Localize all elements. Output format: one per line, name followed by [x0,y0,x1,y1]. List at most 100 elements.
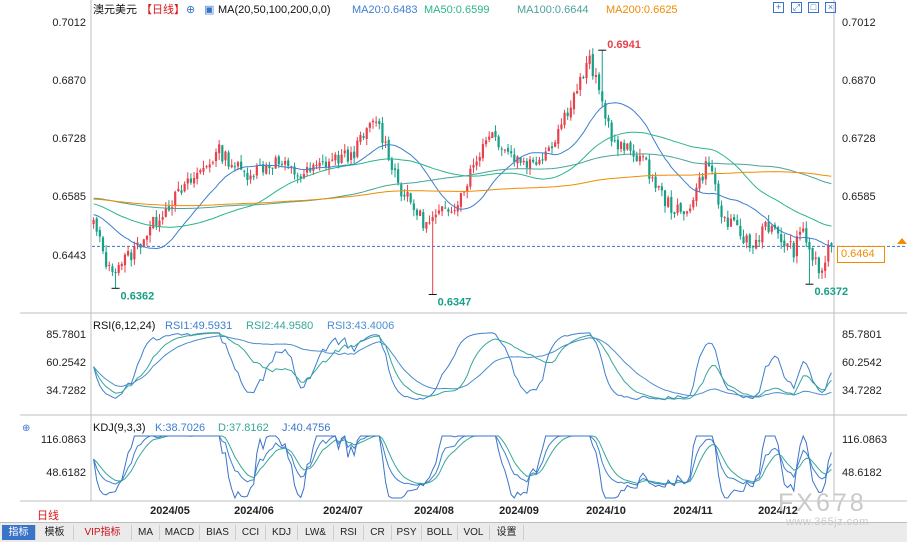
price-ytick-label-right: 0.6728 [842,133,876,145]
ma-indicator-icon[interactable]: ▣ [204,4,214,16]
candle-body [371,120,375,123]
ma20-value: MA20:0.6483 [352,4,417,16]
candle-body [638,155,642,162]
candle-body [274,157,277,169]
candle-body [400,184,403,197]
candle-body [597,74,601,90]
candle-body [645,157,648,160]
candle-body [500,148,503,150]
candle-body [673,212,676,214]
xtick-label: 2024/10 [586,505,626,517]
indicator-tab[interactable]: CR [364,525,392,540]
candle-body [101,237,105,252]
candle-body [667,197,670,207]
candle-body [635,155,638,161]
candle-body [164,207,167,217]
indicator-tab[interactable]: MA [132,525,160,540]
candle-body [343,150,346,154]
indicator-tab[interactable]: BIAS [200,525,236,540]
candle-body [346,149,349,162]
candle-body [682,211,685,215]
candle-body [271,167,274,169]
ma-settings-icon[interactable]: ⊕ [186,4,195,16]
candle-body [321,161,324,163]
candle-body [795,236,798,257]
price-ytick-label-right: 0.6870 [842,75,876,87]
indicator-tab[interactable]: LW& [298,525,334,540]
candle-body [192,177,196,184]
candle-body [761,226,764,243]
candle-body [660,186,663,191]
kdj-k-value: K:38.7026 [155,422,205,434]
candle-body [117,264,120,273]
symbol-label: 澳元美元 [93,3,137,16]
candle-body [393,168,397,171]
candle-body [280,163,284,165]
period-label[interactable]: 【日线】 [141,2,185,16]
candle-body [312,164,315,171]
candle-body [626,143,629,150]
candle-body [824,262,827,271]
indicator-tab[interactable]: 设置 [490,525,524,540]
candle-body [695,187,698,201]
candle-body [758,240,761,242]
indicator-tab[interactable]: 模板 [36,525,74,540]
candle-body [180,190,183,193]
candle-body [576,91,579,94]
indicator-tab[interactable]: 指标 [2,525,36,540]
indicator-tab[interactable]: BOLL [422,525,458,540]
candle-body [208,164,211,168]
kdj-d-value: D:37.8162 [218,422,269,434]
fullscreen-icon[interactable]: ⤢ [791,2,802,13]
rsi3-value: RSI3:43.4006 [327,320,394,332]
kdj-indicator-icon[interactable]: ⊕ [22,423,30,434]
current-price-arrow-icon [897,238,907,244]
indicator-tab[interactable]: VIP指标 [74,525,132,540]
candle-body [230,165,233,168]
candle-body [221,145,224,162]
candle-body [324,161,328,168]
candle-body [120,264,123,266]
kdj-ytick-label-left: 48.6182 [46,467,86,479]
candle-body [359,134,362,142]
ma-params: MA(20,50,100,200,0,0) [218,4,331,16]
candle-body [714,172,717,185]
candle-body [98,230,101,237]
candle-body [547,147,550,152]
candle-body [745,235,748,243]
candle-body [817,257,820,274]
crosshair-icon[interactable]: + [773,2,784,13]
candle-body [415,209,419,216]
candle-body [390,159,393,170]
extreme-label: 0.6362 [121,290,155,302]
candle-body [569,107,572,118]
candle-body [748,234,751,248]
candle-body [692,199,695,208]
candle-body [353,151,356,159]
candle-body [510,151,513,154]
candle-body [189,178,193,183]
candle-body [789,241,792,243]
close-icon[interactable]: × [825,2,836,13]
indicator-tab[interactable]: CCI [236,525,266,540]
candle-body [236,162,240,167]
candle-body [155,216,158,226]
ma50-value: MA50:0.6599 [424,4,489,16]
restore-icon[interactable]: □ [808,2,819,13]
indicator-tab[interactable]: VOL [458,525,490,540]
candle-body [610,122,613,142]
candle-body [145,235,149,240]
candle-body [130,252,133,261]
indicator-tab[interactable]: PSY [392,525,422,540]
indicator-tab[interactable]: RSI [334,525,364,540]
indicator-tab[interactable]: KDJ [266,525,298,540]
rsi-params: RSI(6,12,24) [93,320,155,332]
kdj-params: KDJ(9,3,3) [93,422,146,434]
candle-body [108,264,111,266]
candle-body [641,156,645,158]
candle-body [440,206,444,212]
candle-body [469,168,472,187]
rsi-ytick-label-left: 34.7282 [46,385,86,397]
indicator-tab[interactable]: MACD [160,525,200,540]
candle-body [629,142,632,151]
